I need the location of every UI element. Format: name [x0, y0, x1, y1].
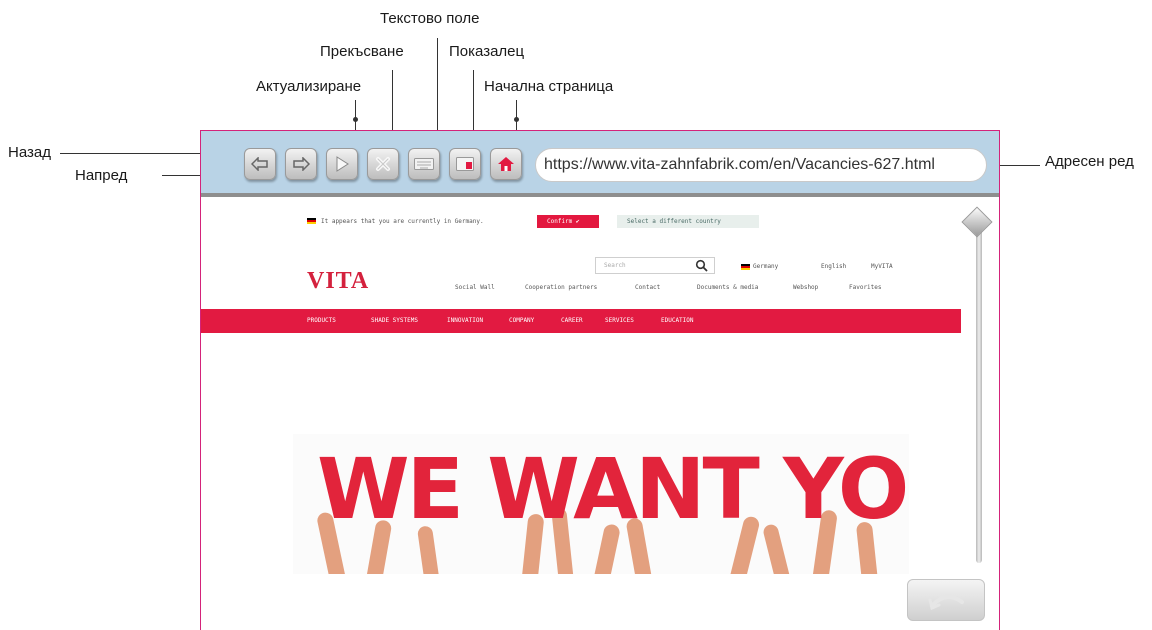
scroll-thumb[interactable] — [961, 206, 993, 238]
text-field-button[interactable] — [408, 148, 440, 180]
germany-flag-icon — [307, 218, 316, 224]
subnav-contact[interactable]: Contact — [635, 283, 660, 292]
annotation-stop: Прекъсване — [320, 43, 404, 60]
nav-shade-systems[interactable]: SHADE SYSTEMS — [371, 316, 418, 326]
annotation-refresh: Актуализиране — [256, 78, 362, 95]
select-country-button[interactable]: Select a different country — [617, 215, 759, 228]
pointer-icon — [456, 157, 474, 171]
myvita-link[interactable]: MyVITA — [871, 262, 893, 271]
leader-dot-home — [514, 117, 519, 122]
nav-innovation[interactable]: INNOVATION — [447, 316, 483, 326]
subnav-favorites[interactable]: Favorites — [849, 283, 882, 292]
forward-arrow-icon — [293, 157, 310, 171]
annotation-address-bar: Адресен ред — [1045, 153, 1134, 170]
subnav-cooperation-partners[interactable]: Cooperation partners — [525, 283, 597, 292]
leader-dot-refresh — [353, 117, 358, 122]
annotation-pointer: Показалец — [449, 43, 525, 60]
browser-frame: https://www.vita-zahnfabrik.com/en/Vacan… — [200, 130, 1000, 630]
nav-career[interactable]: CAREER — [561, 316, 583, 326]
hero-banner: WE WANT YOU — [293, 434, 909, 574]
germany-flag-icon — [741, 264, 750, 270]
subnav-documents-media[interactable]: Documents & media — [697, 283, 758, 292]
home-icon — [498, 157, 514, 171]
country-link[interactable]: Germany — [753, 262, 778, 271]
keyboard-icon — [414, 158, 434, 170]
language-link[interactable]: English — [821, 262, 846, 271]
nav-education[interactable]: EDUCATION — [661, 316, 694, 326]
annotation-back: Назад — [8, 144, 51, 161]
address-bar[interactable]: https://www.vita-zahnfabrik.com/en/Vacan… — [535, 148, 987, 182]
forward-button[interactable] — [285, 148, 317, 180]
search-icon[interactable] — [695, 259, 709, 273]
return-arrow-icon — [928, 594, 964, 611]
subnav-social-wall[interactable]: Social Wall — [455, 283, 495, 292]
country-notice: It appears that you are currently in Ger… — [321, 218, 484, 225]
main-navigation: PRODUCTS SHADE SYSTEMS INNOVATION COMPAN… — [201, 309, 961, 333]
pointer-button[interactable] — [449, 148, 481, 180]
scrollbar[interactable] — [961, 197, 999, 630]
address-bar-url: https://www.vita-zahnfabrik.com/en/Vacan… — [544, 156, 935, 173]
annotation-home: Начална страница — [484, 78, 614, 95]
return-button[interactable] — [907, 579, 985, 621]
hero-headline: WE WANT YOU — [317, 440, 909, 538]
annotation-forward: Напред — [75, 167, 128, 184]
scroll-track[interactable] — [976, 223, 982, 563]
back-button[interactable] — [244, 148, 276, 180]
subnav-webshop[interactable]: Webshop — [793, 283, 818, 292]
stop-button[interactable] — [367, 148, 399, 180]
refresh-button[interactable] — [326, 148, 358, 180]
play-icon — [336, 156, 349, 172]
nav-services[interactable]: SERVICES — [605, 316, 634, 326]
close-x-icon — [376, 157, 390, 171]
confirm-button[interactable]: Confirm ✔ — [537, 215, 599, 228]
home-button[interactable] — [490, 148, 522, 180]
vita-logo[interactable]: VITA — [307, 267, 369, 295]
nav-products[interactable]: PRODUCTS — [307, 316, 336, 326]
web-page: It appears that you are currently in Ger… — [201, 197, 961, 630]
browser-toolbar: https://www.vita-zahnfabrik.com/en/Vacan… — [201, 131, 999, 197]
annotation-text-field: Текстово поле — [380, 10, 480, 27]
back-arrow-icon — [251, 157, 268, 171]
nav-company[interactable]: COMPANY — [509, 316, 534, 326]
